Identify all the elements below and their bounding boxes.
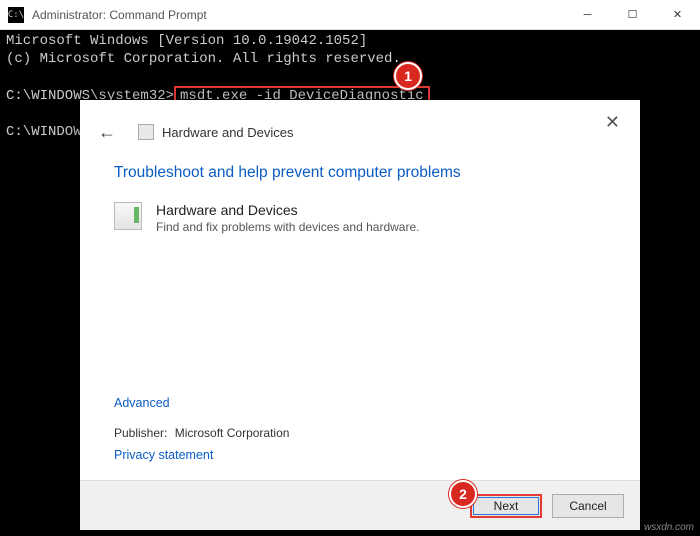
cmd-title: Administrator: Command Prompt (32, 8, 207, 22)
publisher-value: Microsoft Corporation (175, 426, 290, 440)
next-button[interactable]: Next (470, 494, 542, 518)
troubleshooter-icon (138, 124, 154, 140)
dialog-body: Troubleshoot and help prevent computer p… (80, 158, 640, 480)
close-icon: ✕ (605, 112, 620, 132)
cmd-output-line: Microsoft Windows [Version 10.0.19042.10… (6, 33, 367, 49)
dialog-title: Hardware and Devices (162, 125, 294, 140)
maximize-button[interactable]: ☐ (610, 0, 655, 30)
back-arrow-icon: ← (98, 122, 116, 142)
dialog-close-button[interactable]: ✕ (597, 108, 628, 137)
close-button[interactable]: ✕ (655, 0, 700, 30)
publisher-row: Publisher: Microsoft Corporation (114, 426, 289, 440)
dialog-footer: Next Cancel (80, 480, 640, 530)
troubleshooter-dialog: ✕ ← Hardware and Devices Troubleshoot an… (80, 100, 640, 530)
dialog-header: ← Hardware and Devices (80, 106, 640, 158)
troubleshooter-item-name: Hardware and Devices (156, 202, 419, 218)
minimize-button[interactable]: ─ (565, 0, 610, 30)
callout-badge-1: 1 (394, 62, 422, 90)
advanced-link[interactable]: Advanced (114, 396, 170, 410)
dialog-heading: Troubleshoot and help prevent computer p… (114, 164, 606, 182)
publisher-label: Publisher: (114, 426, 167, 440)
cancel-button[interactable]: Cancel (552, 494, 624, 518)
troubleshooter-item-desc: Find and fix problems with devices and h… (156, 220, 419, 234)
cmd-window-controls: ─ ☐ ✕ (565, 0, 700, 30)
hardware-devices-icon (114, 202, 142, 230)
troubleshooter-item[interactable]: Hardware and Devices Find and fix proble… (114, 202, 606, 234)
cmd-output-line: (c) Microsoft Corporation. All rights re… (6, 51, 401, 67)
watermark: wsxdn.com (644, 522, 694, 533)
privacy-statement-link[interactable]: Privacy statement (114, 448, 213, 462)
cmd-titlebar[interactable]: C:\ Administrator: Command Prompt ─ ☐ ✕ (0, 0, 700, 30)
cmd-prompt-prefix: C:\WINDOWS (6, 124, 90, 140)
callout-badge-2: 2 (449, 480, 477, 508)
back-button[interactable]: ← (92, 120, 122, 145)
cmd-icon: C:\ (8, 7, 24, 23)
